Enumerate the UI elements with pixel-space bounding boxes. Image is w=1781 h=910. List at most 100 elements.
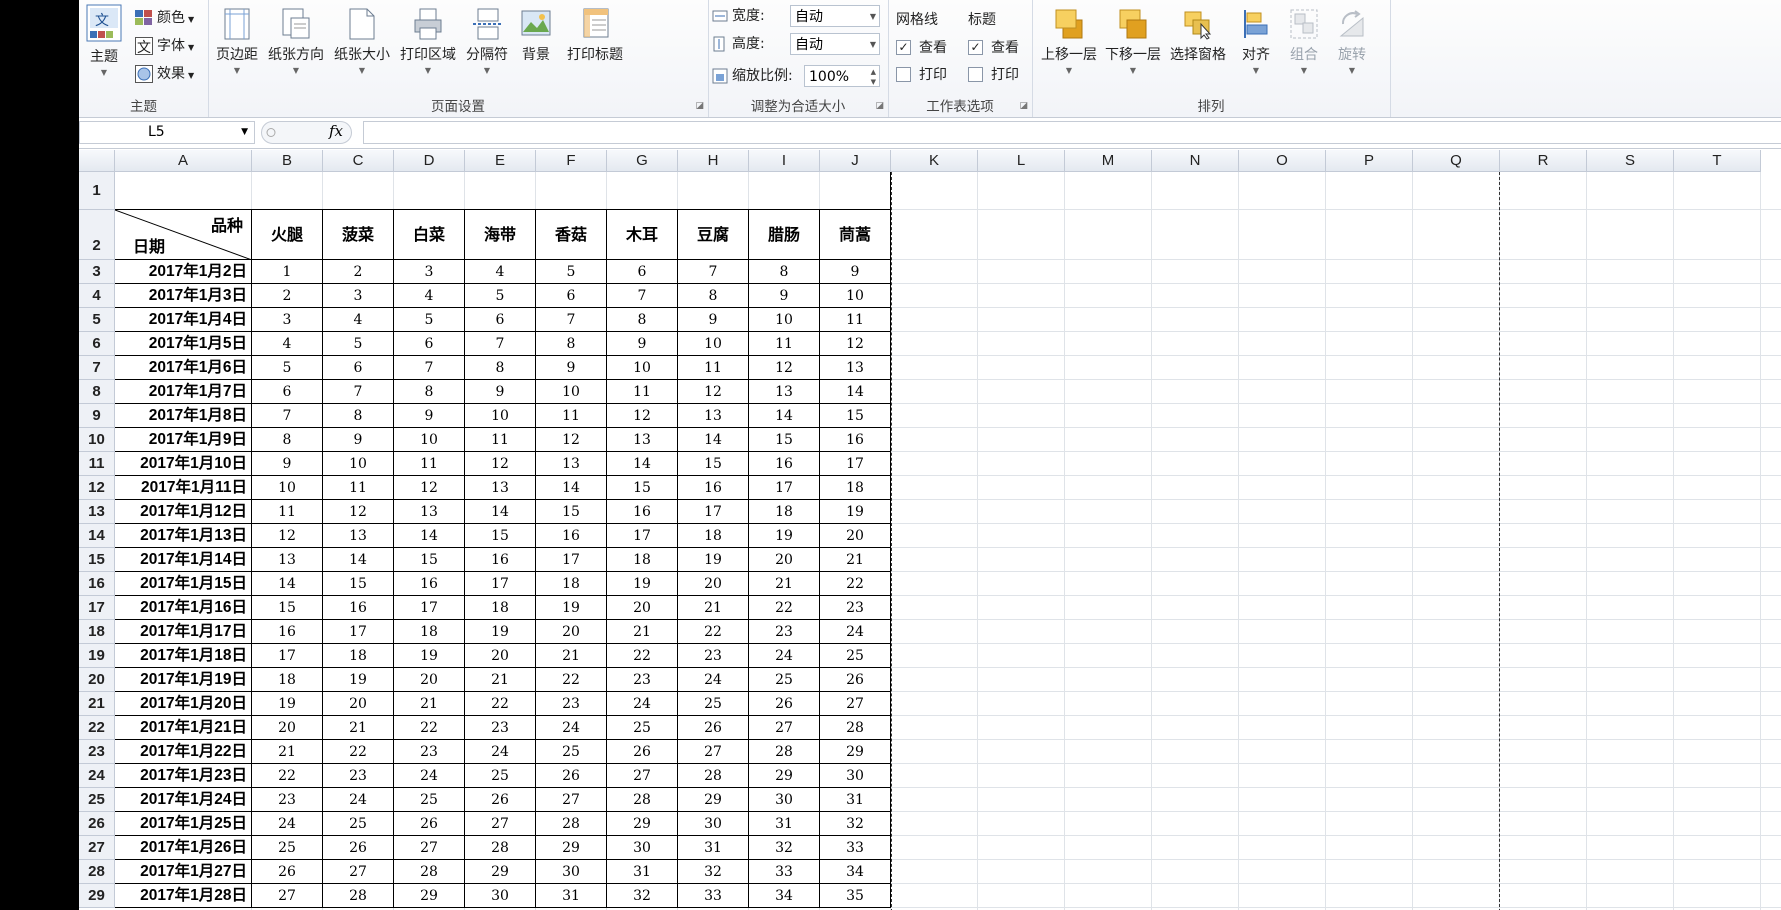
value-cell[interactable]: 24 [678,668,749,692]
date-cell[interactable]: 2017年1月8日 [115,404,252,428]
column-header-S[interactable]: S [1587,150,1674,172]
value-cell[interactable]: 22 [323,740,394,764]
value-cell[interactable]: 29 [820,740,891,764]
value-cell[interactable]: 24 [394,764,465,788]
value-cell[interactable]: 17 [323,620,394,644]
value-cell[interactable]: 25 [749,668,820,692]
value-cell[interactable]: 30 [607,836,678,860]
value-cell[interactable]: 8 [323,404,394,428]
column-header-N[interactable]: N [1152,150,1239,172]
value-cell[interactable]: 23 [749,620,820,644]
value-cell[interactable]: 26 [323,836,394,860]
value-cell[interactable]: 5 [394,308,465,332]
value-cell[interactable]: 19 [749,524,820,548]
value-cell[interactable]: 23 [678,644,749,668]
theme-colors-button[interactable]: 颜色 ▼ [135,6,194,30]
value-cell[interactable]: 9 [820,260,891,284]
row-header-15[interactable]: 15 [79,548,115,572]
column-header-L[interactable]: L [978,150,1065,172]
value-cell[interactable]: 11 [749,332,820,356]
value-cell[interactable]: 16 [394,572,465,596]
rotate-button[interactable]: 旋转 ▼ [1330,8,1374,75]
value-cell[interactable]: 3 [252,308,323,332]
value-cell[interactable]: 11 [394,452,465,476]
column-header-D[interactable]: D [394,150,465,172]
value-cell[interactable]: 33 [749,860,820,884]
item-header-cell[interactable]: 香菇 [536,210,607,260]
value-cell[interactable]: 9 [678,308,749,332]
value-cell[interactable]: 30 [820,764,891,788]
item-header-cell[interactable]: 木耳 [607,210,678,260]
value-cell[interactable]: 13 [820,356,891,380]
value-cell[interactable]: 26 [394,812,465,836]
date-cell[interactable]: 2017年1月28日 [115,884,252,908]
print-titles-button[interactable]: 打印标题 [560,8,630,64]
date-cell[interactable]: 2017年1月26日 [115,836,252,860]
value-cell[interactable]: 21 [465,668,536,692]
height-select[interactable]: 自动 ▼ [790,33,880,55]
value-cell[interactable]: 14 [536,476,607,500]
row-header-25[interactable]: 25 [79,788,115,812]
row-header-18[interactable]: 18 [79,620,115,644]
scale-launcher-icon[interactable]: ◪ [875,101,884,111]
value-cell[interactable]: 15 [536,500,607,524]
value-cell[interactable]: 14 [394,524,465,548]
value-cell[interactable]: 4 [252,332,323,356]
row-header-22[interactable]: 22 [79,716,115,740]
value-cell[interactable]: 7 [607,284,678,308]
size-button[interactable]: 纸张大小 ▼ [330,8,394,75]
value-cell[interactable]: 17 [536,548,607,572]
value-cell[interactable]: 4 [323,308,394,332]
date-cell[interactable]: 2017年1月12日 [115,500,252,524]
date-cell[interactable]: 2017年1月23日 [115,764,252,788]
date-cell[interactable]: 2017年1月20日 [115,692,252,716]
value-cell[interactable]: 13 [323,524,394,548]
value-cell[interactable]: 18 [465,596,536,620]
diagonal-header-cell[interactable]: 品种 日期 [115,210,252,260]
value-cell[interactable]: 20 [749,548,820,572]
column-header-O[interactable]: O [1239,150,1326,172]
row-header-12[interactable]: 12 [79,476,115,500]
value-cell[interactable]: 10 [323,452,394,476]
value-cell[interactable]: 26 [820,668,891,692]
value-cell[interactable]: 28 [394,860,465,884]
value-cell[interactable]: 20 [252,716,323,740]
value-cell[interactable]: 26 [749,692,820,716]
value-cell[interactable]: 17 [820,452,891,476]
value-cell[interactable]: 10 [607,356,678,380]
value-cell[interactable]: 15 [394,548,465,572]
value-cell[interactable]: 7 [394,356,465,380]
value-cell[interactable]: 6 [465,308,536,332]
column-header-I[interactable]: I [749,150,820,172]
value-cell[interactable]: 7 [465,332,536,356]
date-cell[interactable]: 2017年1月25日 [115,812,252,836]
value-cell[interactable]: 12 [323,500,394,524]
column-header-K[interactable]: K [891,150,978,172]
column-header-R[interactable]: R [1500,150,1587,172]
value-cell[interactable]: 12 [252,524,323,548]
table-title[interactable] [115,172,891,210]
name-box-dropdown-icon[interactable]: ▼ [241,122,248,143]
theme-effects-button[interactable]: 效果 ▼ [135,62,194,86]
value-cell[interactable]: 21 [678,596,749,620]
value-cell[interactable]: 29 [536,836,607,860]
value-cell[interactable]: 22 [536,668,607,692]
value-cell[interactable]: 28 [323,884,394,908]
value-cell[interactable]: 18 [607,548,678,572]
margins-button[interactable]: 页边距 ▼ [212,8,262,75]
align-button[interactable]: 对齐 ▼ [1236,8,1276,75]
value-cell[interactable]: 10 [820,284,891,308]
item-header-cell[interactable]: 海带 [465,210,536,260]
value-cell[interactable]: 11 [323,476,394,500]
bring-forward-button[interactable]: 上移一层 ▼ [1038,8,1100,75]
value-cell[interactable]: 10 [749,308,820,332]
value-cell[interactable]: 20 [820,524,891,548]
value-cell[interactable]: 31 [678,836,749,860]
value-cell[interactable]: 24 [749,644,820,668]
value-cell[interactable]: 14 [323,548,394,572]
value-cell[interactable]: 33 [678,884,749,908]
print-area-button[interactable]: 打印区域 ▼ [396,8,460,75]
date-cell[interactable]: 2017年1月6日 [115,356,252,380]
value-cell[interactable]: 8 [536,332,607,356]
value-cell[interactable]: 15 [607,476,678,500]
